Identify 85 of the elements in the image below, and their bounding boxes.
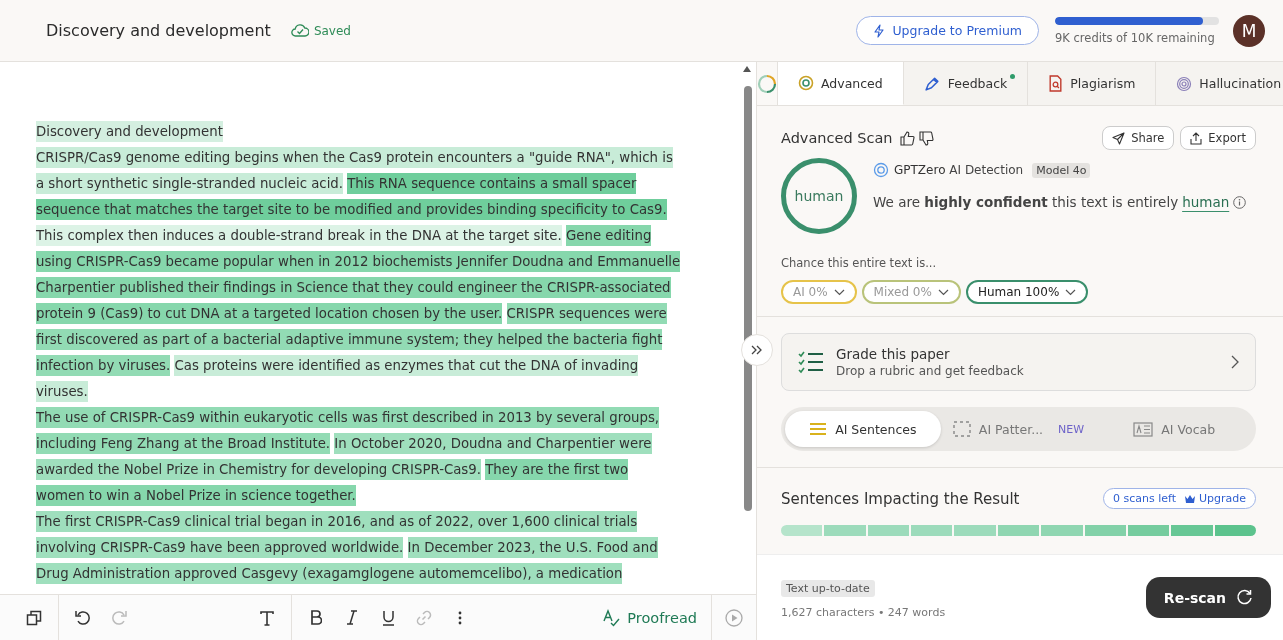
chance-label: Chance this entire text is... [781,256,938,270]
highlighted-text: CRISPR/Cas9 genome editing begins when the Cas9 protein encounters a "guide RNA", which is [36,147,673,168]
highlighted-text: viruses. [36,381,88,402]
highlighted-text: infection by viruses. [36,355,171,376]
grade-paper-card[interactable]: Grade this paper Drop a rubric and get feedback [781,333,1256,391]
highlighted-text: In December 2023, the U.S. Food and [407,537,658,558]
view-tab[interactable]: AI Vocab [1096,411,1252,447]
panel-tab[interactable]: Feedback [903,62,1029,105]
cloud-check-icon [290,24,309,37]
dictionary-icon [1133,421,1154,437]
chevron-down-icon [1065,288,1077,296]
lines-icon [809,422,828,436]
highlighted-text: a short synthetic single-stranded nucleic acid. [36,173,343,194]
upgrade-link[interactable]: Upgrade [1183,492,1246,505]
status-badge: Text up-to-date [781,579,875,597]
result-ring: human [781,158,857,234]
highlighted-text: using CRISPR-Cas9 became popular when in 2012 biochemists Jennifer Doudna and Emmanuelle [36,251,681,272]
chevron-down-icon [937,288,949,296]
verdict-link[interactable]: human [1182,194,1230,210]
checklist-icon [798,350,824,374]
pen-icon [923,75,941,92]
loading-icon [757,73,777,94]
save-status: Saved [313,23,351,38]
probability-dropdown[interactable]: Human 100% [965,280,1089,304]
double-chevron-icon [751,345,763,355]
grade-subtitle: Drop a rubric and get feedback [836,364,1025,378]
gptzero-logo-icon [873,162,889,178]
avatar[interactable]: M [1233,14,1265,47]
scan-title: Advanced Scan [781,130,893,146]
scrollbar-thumb[interactable] [744,86,752,511]
highlighted-text: Cas proteins were identified as enzymes that cut the DNA of invading [174,355,639,376]
info-icon[interactable] [1233,195,1247,209]
view-tab[interactable]: AI Sentences [785,411,941,447]
send-icon [1112,131,1126,145]
product-name: GPTZero AI Detection [894,163,1024,177]
export-button[interactable]: Export [1180,126,1256,150]
proofread-button[interactable]: Proofread [589,595,711,640]
word-count: 1,627 characters • 247 words [781,605,946,619]
document-search-icon [1048,75,1064,92]
refresh-icon [1236,589,1253,606]
view-tab[interactable]: AI Patter... NEW [940,411,1097,447]
document-title: Discovery and development [46,21,271,40]
highlighted-text: Discovery and development [36,121,223,142]
model-badge: Model 4o [1032,162,1091,178]
panel-tab[interactable]: Hallucination [1156,62,1283,105]
share-button[interactable]: Share [1102,126,1175,150]
credits-text: 9K credits of 10K remaining [1055,30,1216,45]
grade-title: Grade this paper [836,346,951,362]
highlighted-text: The use of CRISPR-Cas9 within eukaryotic cells was first described in 2013 by several groups, [36,407,660,428]
scroll-up-icon[interactable] [743,66,751,72]
highlighted-text: Gene editing [566,225,652,246]
highlighted-text: Drug Administration approved Casgevy (exagamglogene automemcelibo), a medication [36,563,623,584]
lightning-icon [873,23,886,38]
highlighted-text: including Feng Zhang at the Broad Institute. [36,433,331,454]
section-title: Sentences Impacting the Result [781,489,1020,508]
target-icon [798,75,814,91]
rescan-button[interactable]: Re-scan [1145,577,1271,618]
spellcheck-icon [603,608,622,627]
highlighted-text: In October 2020, Doudna and Charpentier were [334,433,652,454]
highlighted-text: protein 9 (Cas9) to cut DNA at a targeted location chosen by the user. [36,303,503,324]
highlighted-text: The first CRISPR-Cas9 clinical trial began in 2016, and as of 2022, over 1,600 clinical trials [36,511,638,532]
highlighted-text: This complex then induces a double-strand break in the DNA at the target site. [36,225,562,246]
highlighted-text: women to win a Nobel Prize in science together. [36,485,356,506]
verdict-text: We are highly confident this text is entirely [873,194,1179,210]
highlighted-text: first discovered as part of a bacterial adaptive immune system; they helped the bacteria fight [36,329,663,350]
crown-icon [1183,493,1196,504]
highlighted-text: awarded the Nobel Prize in Chemistry for developing CRISPR-Cas9. [36,459,481,480]
expand-button[interactable] [741,334,773,366]
highlighted-text: Charpentier published their findings in Science that they could engineer the CRISPR-associated [36,277,671,298]
highlighted-text: They are the first two [485,459,629,480]
panel-tab[interactable]: Advanced [778,62,904,105]
thumbs-up-icon[interactable] [900,130,916,146]
new-label: NEW [1057,422,1085,436]
upgrade-button[interactable]: Upgrade to Premium [856,16,1039,45]
chevron-right-icon [1231,355,1239,369]
upload-icon [1190,131,1203,145]
highlighted-text: involving CRISPR-Cas9 have been approved worldwide. [36,537,404,558]
spiral-icon [1176,75,1193,92]
chevron-down-icon [833,288,845,296]
highlighted-text: CRISPR sequences were [506,303,667,324]
thumbs-down-icon[interactable] [919,130,935,146]
dashed-square-icon [952,421,971,437]
highlighted-text: sequence that matches the target site to be modified and provides binding specificity to Cas9. [36,199,667,220]
panel-tab[interactable]: Plagiarism [1028,62,1157,105]
scans-left-text: 0 scans left [1112,492,1176,505]
